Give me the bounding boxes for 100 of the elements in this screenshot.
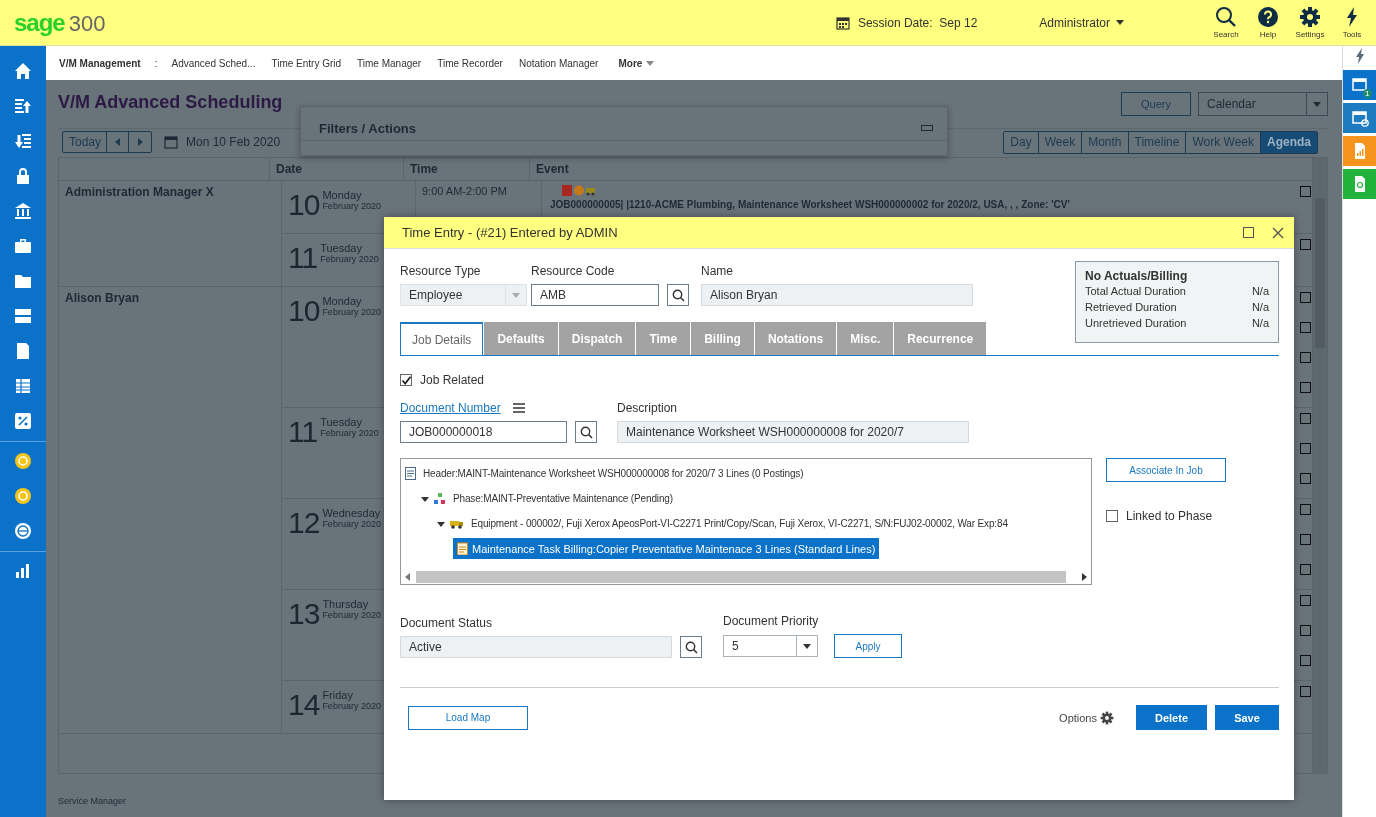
server-icon[interactable] (14, 307, 32, 325)
help-button[interactable]: Help (1250, 6, 1286, 39)
load-map-button[interactable]: Load Map (408, 705, 528, 730)
event-text[interactable]: JOB000000005| |1210-ACME Plumbing, Maintenance Worksheet WSH000000002 for 2020/2, USA, , , Zone: 'CV' (550, 199, 1282, 210)
table-icon[interactable] (14, 377, 32, 395)
document-number-field[interactable]: JOB000000018 (400, 421, 567, 443)
save-button[interactable]: Save (1215, 705, 1279, 730)
hierarchy-icon (434, 492, 446, 505)
apply-button[interactable]: Apply (834, 634, 902, 658)
resource-name: Administration Manager X (65, 185, 214, 199)
down-icon[interactable] (14, 132, 32, 150)
coin-icon[interactable] (14, 452, 32, 470)
linked-checkbox[interactable] (1106, 510, 1118, 522)
bank-icon[interactable] (14, 202, 32, 220)
name-field[interactable]: Alison Bryan (701, 284, 973, 306)
folder-icon[interactable] (14, 272, 32, 290)
event-checkbox[interactable] (1300, 625, 1311, 636)
nav-link[interactable]: Time Entry Grid (271, 57, 342, 69)
doc-search-button[interactable] (1342, 169, 1376, 199)
event-checkbox[interactable] (1300, 292, 1311, 303)
description-field[interactable]: Maintenance Worksheet WSH000000008 for 2020/7 (617, 421, 969, 443)
associate-button[interactable]: Associate In Job (1106, 458, 1226, 482)
help-icon (1257, 6, 1279, 28)
nav-link[interactable]: Time Manager (357, 57, 422, 69)
event-checkbox[interactable] (1300, 595, 1311, 606)
tools-button[interactable]: Tools (1334, 6, 1370, 39)
expand-arrow-icon[interactable] (437, 519, 445, 528)
nav-link[interactable]: Notation Manager (518, 57, 599, 69)
event-checkbox[interactable] (1300, 186, 1311, 197)
search-button[interactable] (575, 421, 597, 443)
job-related-checkbox[interactable] (400, 374, 412, 386)
document-status-field[interactable]: Active (400, 636, 672, 658)
home-icon[interactable] (14, 62, 32, 80)
coin-icon[interactable] (14, 487, 32, 505)
event-checkbox[interactable] (1300, 413, 1311, 424)
lock-icon[interactable] (14, 167, 32, 185)
right-arrow-icon[interactable] (1081, 573, 1087, 581)
options-button[interactable]: Options (1053, 709, 1120, 726)
globe-icon[interactable] (14, 522, 32, 540)
field-label: Document Priority (723, 614, 820, 628)
resource-type-dropdown[interactable]: Employee (400, 284, 527, 306)
event-checkbox[interactable] (1300, 655, 1311, 666)
event-checkbox[interactable] (1300, 239, 1311, 250)
doc-icon[interactable] (14, 342, 32, 360)
search-button[interactable] (680, 636, 702, 658)
event-checkbox[interactable] (1300, 504, 1311, 515)
document-number-link[interactable]: Document Number (400, 401, 501, 415)
settings-button[interactable]: Settings (1292, 6, 1328, 39)
weekday: Tuesday (320, 242, 363, 254)
checkbox-label: Linked to Phase (1126, 509, 1213, 523)
field-label: Resource Code (531, 264, 616, 278)
menu-icon[interactable] (512, 403, 525, 413)
tree-node[interactable]: Header:MAINT-Maintenance Worksheet WSH000000008 for 2020/7 3 Lines (0 Postings) (419, 464, 808, 483)
up-icon[interactable] (14, 97, 32, 115)
event-checkbox[interactable] (1300, 382, 1311, 393)
logo[interactable]: sage 300 (14, 8, 106, 37)
resource-code-field[interactable]: AMB (531, 284, 659, 306)
lightning-icon[interactable] (1353, 48, 1366, 64)
event-checkbox[interactable] (1300, 686, 1311, 697)
priority-dropdown[interactable]: 5 (723, 635, 818, 657)
event-checkbox[interactable] (1300, 443, 1311, 454)
tree-node[interactable]: Equipment - 000002/, Fuji Xerox ApeosPort-VI-C2271 Print/Copy/Scan, Fuji Xerox, VI-C2271, S/N:FUJ02-00002, War Exp:84 (467, 514, 1012, 533)
chart-icon[interactable] (14, 562, 32, 580)
module-title[interactable]: V/M Management (59, 57, 141, 69)
close-icon[interactable] (1272, 226, 1284, 239)
user-menu[interactable]: Administrator (1033, 14, 1130, 31)
case-icon[interactable] (14, 237, 32, 255)
more-menu[interactable]: More (614, 57, 655, 69)
search-button[interactable] (667, 284, 689, 306)
event-checkbox[interactable] (1300, 564, 1311, 575)
tree-node[interactable]: Maintenance Task Billing:Copier Preventative Maintenace 3 Lines (Standard Lines) (453, 538, 880, 559)
weekday: Friday (322, 689, 353, 701)
left-arrow-icon[interactable] (405, 573, 411, 581)
event-checkbox[interactable] (1300, 473, 1311, 484)
window-button[interactable]: 1 (1342, 70, 1376, 100)
maximize-icon[interactable] (1243, 227, 1254, 238)
summary-value: N/a (1251, 316, 1269, 331)
search-button[interactable]: Search (1208, 6, 1244, 39)
nav-link[interactable]: Advanced Sched... (171, 57, 256, 69)
search-icon (671, 288, 685, 302)
checkbox-label: Job Related (420, 373, 485, 387)
view-tab[interactable]: Agenda (1261, 131, 1317, 153)
tree-node[interactable]: Phase:MAINT-Preventative Maintenance (Pending) (449, 489, 677, 508)
view-dropdown[interactable]: Calendar (1198, 92, 1328, 116)
caret-icon (803, 643, 811, 649)
minimize-icon[interactable] (921, 125, 933, 131)
vertical-scrollbar[interactable] (1312, 158, 1327, 773)
expand-arrow-icon[interactable] (421, 494, 429, 503)
weekday: Monday (322, 189, 363, 201)
gear-icon (1100, 710, 1114, 725)
tab[interactable]: Job Details (400, 322, 484, 355)
nav-link[interactable]: Time Recorder (437, 57, 503, 69)
event-checkbox[interactable] (1300, 534, 1311, 545)
delete-button[interactable]: Delete (1136, 705, 1207, 730)
event-checkbox[interactable] (1300, 322, 1311, 333)
event-checkbox[interactable] (1300, 352, 1311, 363)
percent-icon[interactable] (14, 412, 32, 430)
calendar-icon[interactable] (164, 135, 178, 149)
window-check-button[interactable] (1342, 103, 1376, 133)
search-icon (684, 640, 698, 654)
